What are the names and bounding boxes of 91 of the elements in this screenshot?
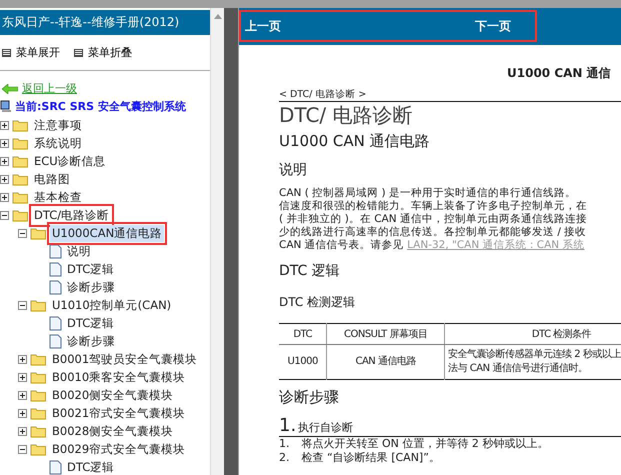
expand-toggle[interactable] [18,372,27,382]
menu-button[interactable]: 菜单展开 [2,45,60,60]
list-number: 1. [279,437,290,451]
expand-toggle[interactable] [0,138,9,148]
tree-item[interactable]: 诊断步骤 [65,278,117,296]
list-icon [74,48,83,56]
open-folder-icon [30,226,47,240]
folder-icon [12,172,29,186]
computer-icon [0,100,12,113]
section-title: DTC/ 电路诊断 [279,102,414,129]
expand-toggle[interactable] [0,156,9,166]
open-folder-icon [30,298,47,312]
tree-item[interactable]: B0028侧安全气囊模块 [50,422,176,440]
column-header: DTC [279,324,327,344]
heading: DTC 逻辑 [279,262,341,280]
tree-item[interactable]: DTC逻辑 [65,458,116,475]
page-icon [49,244,62,258]
table-cell: U1000 [279,344,327,380]
expand-toggle[interactable] [0,192,9,202]
table-cell-line: 法与 CAN 通信信号进行通信时。 [448,362,588,376]
folder-icon [30,370,47,384]
back-arrow-icon [2,84,18,94]
folder-icon [12,190,29,204]
next-page-link[interactable]: 下一页 [475,18,511,35]
tree-item[interactable]: U1000CAN通信电路 [50,224,164,242]
back-link[interactable]: 返回上一级 [22,81,77,96]
open-folder-icon [30,442,47,456]
collapse-toggle[interactable] [18,444,27,454]
folder-icon [30,388,47,402]
expand-toggle[interactable] [0,120,9,130]
table-cell: CAN 通信电路 [326,344,445,380]
tree-item[interactable]: B0020侧安全气囊模块 [50,386,176,404]
manual-title: 东风日产--轩逸--维修手册(2012) [0,10,210,35]
breadcrumb: < DTC/ 电路诊断 > [279,88,621,102]
paragraph-line: ( 并非独立的 )。在 CAN 通信中，控制单元由两条通信线路连接 [279,213,588,226]
subheading: DTC 检测逻辑 [279,294,356,311]
tree-item[interactable]: B0001驾驶员安全气囊模块 [50,350,200,368]
folder-icon [30,406,47,420]
paragraph-line: 信速度和很强的检错能力。车辆上装备了许多电子控制单元，在 [279,200,588,213]
list-icon [2,48,11,56]
paragraph-line: CAN 通信信号表。请参见 [279,239,404,251]
step-text: 检查 “自诊断结果 [CAN]”。 [302,451,440,465]
collapse-toggle[interactable] [0,210,9,220]
tree-item[interactable]: 电路图 [32,170,72,188]
table-cell-line: 安全气囊诊断传感器单元连续 2 秒或以上 [448,348,621,362]
tree-item[interactable]: B0021帘式安全气囊模块 [50,404,188,422]
page-title: U1000 CAN 通信 [506,65,612,82]
tree-item[interactable]: DTC/电路诊断 [32,206,112,224]
folder-icon [12,118,29,132]
paragraph-line: CAN ( 控制器局域网 ) 是一种用于实时通信的串行通信线路。 [279,187,577,200]
subtitle: U1000 CAN 通信电路 [279,132,431,151]
step-title: 执行自诊断 [298,420,354,435]
tree-item[interactable]: 诊断步骤 [65,332,117,350]
previous-page-link[interactable]: 上一页 [245,18,475,35]
paragraph-line: 少的线路进行高速率的信息传送。各控制单元都能够发送 / 接收 [279,226,588,239]
page-icon [49,262,62,276]
folder-icon [30,352,47,366]
page-icon [49,280,62,294]
step-number: 1. [279,415,296,436]
collapse-toggle[interactable] [18,300,27,310]
folder-icon [12,136,29,150]
folder-icon [12,154,29,168]
page-icon [49,460,62,474]
page-icon [49,316,62,330]
expand-toggle[interactable] [0,174,9,184]
collapse-toggle[interactable] [18,228,27,238]
tree-item[interactable]: 系统说明 [32,134,84,152]
expand-toggle[interactable] [18,408,27,418]
tree-item[interactable]: ECU诊断信息 [32,152,108,170]
tree-item[interactable]: 基本检查 [32,188,84,206]
column-header: DTC 检测条件 [444,324,621,344]
expand-toggle[interactable] [18,354,27,364]
expand-toggle[interactable] [18,426,27,436]
tree-item[interactable]: DTC逻辑 [65,260,116,278]
expand-toggle[interactable] [18,390,27,400]
page-icon [49,334,62,348]
current-location: 当前:SRC SRS 安全气囊控制系统 [15,99,186,114]
column-header: CONSULT 屏幕项目 [326,324,445,344]
list-number: 2. [279,451,290,465]
tree-item[interactable]: 注意事项 [32,116,84,134]
open-folder-icon [12,208,29,222]
folder-icon [30,424,47,438]
step-text: 将点火开关转至 ON 位置，并等待 2 秒钟或以上。 [302,437,548,451]
tree-item[interactable]: B0010乘客安全气囊模块 [50,368,188,386]
menu-button[interactable]: 菜单折叠 [74,45,132,60]
tree-item[interactable]: B0029帘式安全气囊模块 [50,440,188,458]
heading: 说明 [279,161,308,179]
heading: 诊断步骤 [279,388,340,407]
tree-item[interactable]: 说明 [65,242,93,260]
tree-item[interactable]: U1010控制单元(CAN) [50,296,174,314]
tree-item[interactable]: DTC逻辑 [65,314,116,332]
